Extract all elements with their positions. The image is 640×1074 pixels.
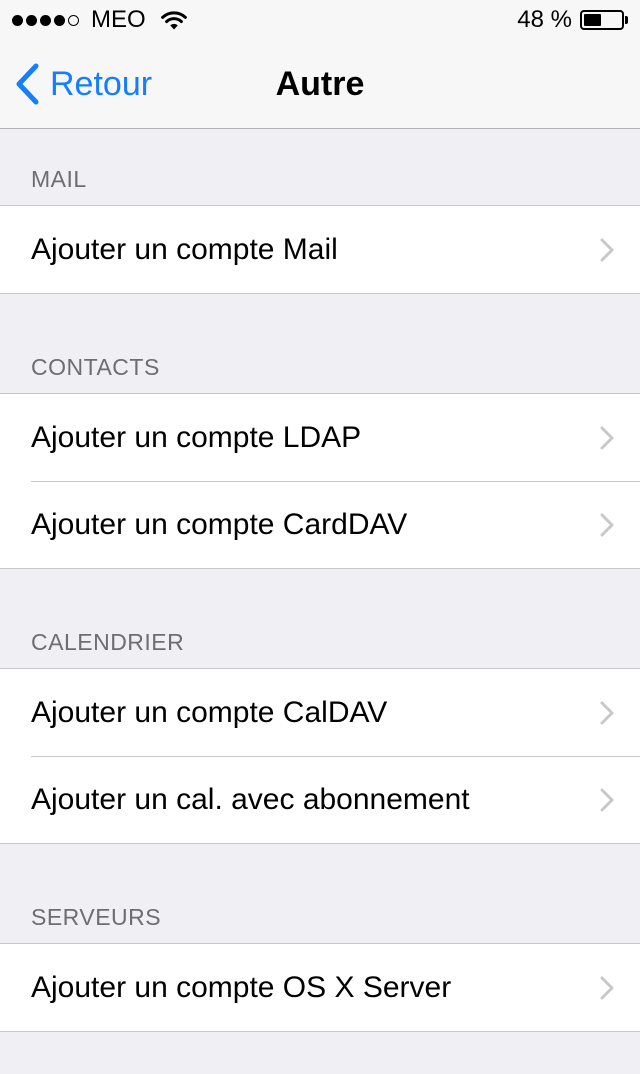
battery-fill <box>584 14 602 26</box>
status-bar: MEO 48 % <box>0 0 640 40</box>
list-item[interactable]: Ajouter un compte CardDAV <box>0 481 640 568</box>
list-item-label: Ajouter un compte LDAP <box>31 420 362 454</box>
battery-icon <box>580 10 628 30</box>
section-group: Ajouter un compte CalDAV Ajouter un cal. … <box>0 668 640 844</box>
battery-cap <box>625 16 628 24</box>
battery-percent: 48 % <box>517 6 572 33</box>
carrier-name: MEO <box>91 6 146 33</box>
settings-list: MAIL Ajouter un compte Mail CONTACTS Ajoute… <box>0 129 640 1032</box>
status-left: MEO <box>12 6 188 34</box>
signal-dot <box>12 14 23 26</box>
back-button[interactable]: Retour <box>14 40 152 128</box>
list-item-label: Ajouter un compte Mail <box>31 232 338 266</box>
chevron-right-icon <box>600 701 614 724</box>
chevron-right-icon <box>600 788 614 811</box>
section-header: MAIL <box>31 166 87 192</box>
back-button-label: Retour <box>50 64 153 103</box>
list-item[interactable]: Ajouter un compte LDAP <box>0 394 640 481</box>
list-item[interactable]: Ajouter un compte OS X Server <box>0 944 640 1031</box>
battery-body <box>580 10 624 30</box>
section-group: Ajouter un compte OS X Server <box>0 943 640 1032</box>
signal-dot <box>26 14 37 26</box>
section-group: Ajouter un compte Mail <box>0 205 640 294</box>
chevron-right-icon <box>600 513 614 536</box>
section-header: CONTACTS <box>31 354 160 380</box>
section-header: CALENDRIER <box>31 629 185 655</box>
list-item[interactable]: Ajouter un compte Mail <box>0 206 640 293</box>
list-item-label: Ajouter un compte OS X Server <box>31 970 452 1004</box>
signal-dot <box>54 14 65 26</box>
list-item-label: Ajouter un cal. avec abonnement <box>31 782 470 816</box>
signal-strength-icon <box>12 14 79 26</box>
list-item-label: Ajouter un compte CardDAV <box>31 507 408 541</box>
chevron-right-icon <box>600 426 614 449</box>
section-group: Ajouter un compte LDAP Ajouter un compte … <box>0 393 640 569</box>
list-item[interactable]: Ajouter un cal. avec abonnement <box>0 756 640 843</box>
status-right: 48 % <box>517 6 628 34</box>
list-item-label: Ajouter un compte CalDAV <box>31 695 388 729</box>
wifi-icon <box>160 11 187 30</box>
list-item[interactable]: Ajouter un compte CalDAV <box>0 669 640 756</box>
signal-dot <box>40 14 51 26</box>
chevron-right-icon <box>600 238 614 261</box>
chevron-right-icon <box>600 976 614 999</box>
navigation-bar: Retour Autre <box>0 40 640 129</box>
signal-dot-empty <box>68 14 79 26</box>
chevron-left-icon <box>16 63 39 105</box>
section-header: SERVEURS <box>31 904 162 930</box>
